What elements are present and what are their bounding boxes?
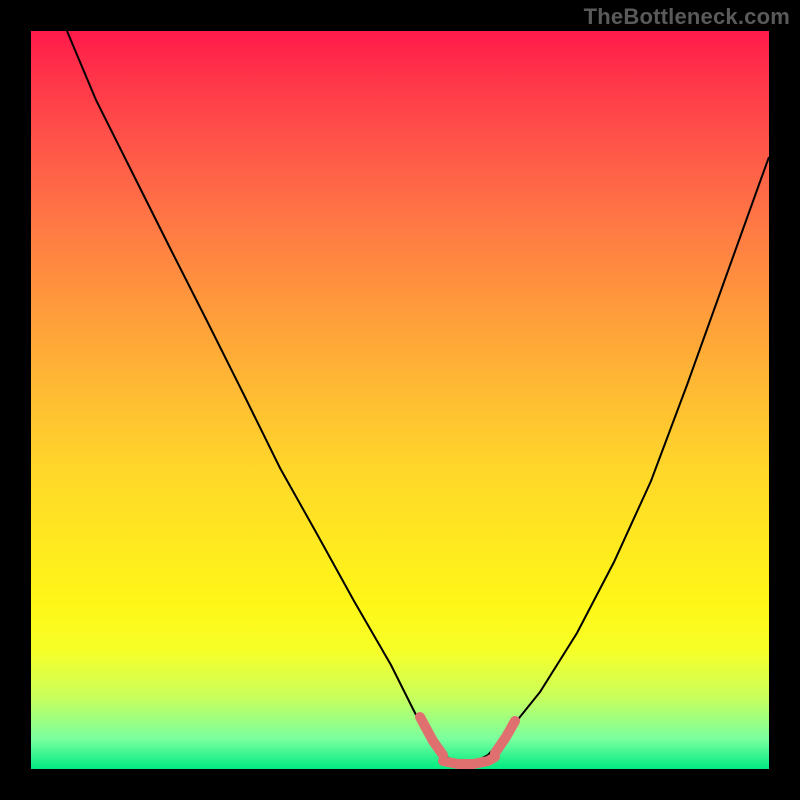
plot-area [31,31,769,769]
watermark-text: TheBottleneck.com [584,4,790,30]
highlight-band-left-cap [420,717,443,755]
highlight-band-right-cap [495,721,515,753]
bottleneck-curve-path [67,31,769,763]
highlight-band-bottom [443,757,495,764]
curve-svg [31,31,769,769]
chart-container: TheBottleneck.com [0,0,800,800]
